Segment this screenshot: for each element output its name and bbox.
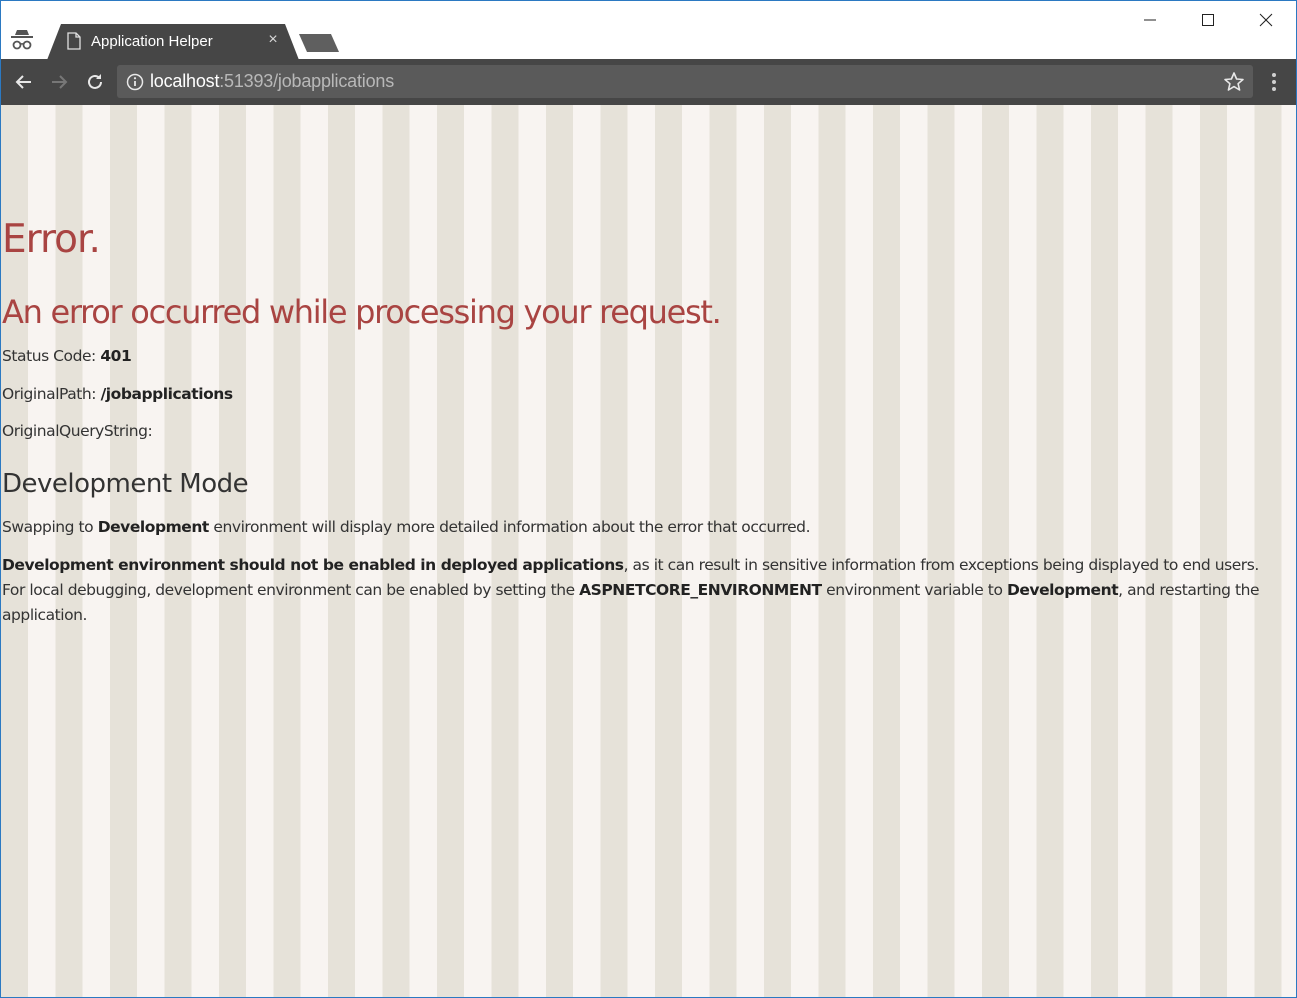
status-code-value: 401	[100, 347, 132, 365]
tab-title: Application Helper	[91, 33, 213, 50]
p2-bold-warning: Development environment should not be en…	[2, 556, 624, 574]
back-button[interactable]	[11, 69, 37, 95]
development-info-paragraph: Swapping to Development environment will…	[2, 518, 810, 536]
original-path-label: OriginalPath:	[2, 385, 101, 403]
forward-button[interactable]	[46, 69, 72, 95]
browser-window: Application Helper × localhost:51393/job…	[0, 0, 1297, 998]
error-subtitle: An error occurred while processing your …	[2, 293, 722, 331]
tab-close-icon[interactable]: ×	[265, 31, 281, 49]
p2-bold-env-var: ASPNETCORE_ENVIRONMENT	[579, 581, 822, 599]
incognito-icon	[11, 30, 33, 50]
maximize-button[interactable]	[1185, 7, 1231, 33]
reload-icon	[88, 74, 102, 89]
p1-bold-development: Development	[97, 518, 210, 536]
star-icon[interactable]	[1223, 71, 1245, 93]
address-bar[interactable]: localhost:51393/jobapplications	[117, 65, 1253, 98]
original-query-line: OriginalQueryString:	[2, 422, 153, 440]
original-path-line: OriginalPath: /jobapplications	[2, 385, 233, 403]
url-text[interactable]: localhost:51393/jobapplications	[150, 71, 394, 92]
p2-bold-development: Development	[1006, 581, 1119, 599]
reload-button[interactable]	[82, 69, 108, 95]
close-window-button[interactable]	[1243, 7, 1289, 33]
p2-text-2: environment variable to	[821, 581, 1007, 599]
page-content: Error. An error occurred while processin…	[1, 105, 1296, 997]
development-mode-heading: Development Mode	[2, 469, 249, 499]
title-bar: Application Helper ×	[1, 1, 1296, 60]
status-code-line: Status Code: 401	[2, 347, 132, 365]
original-query-label: OriginalQueryString:	[2, 422, 153, 440]
new-tab-button[interactable]	[297, 33, 341, 53]
info-icon[interactable]	[126, 73, 144, 91]
original-path-value: /jobapplications	[100, 385, 234, 403]
document-icon	[67, 32, 81, 50]
p1-text-after: environment will display more detailed i…	[208, 518, 811, 536]
browser-tab[interactable]: Application Helper ×	[47, 24, 299, 60]
maximize-icon	[1202, 14, 1214, 26]
minimize-icon	[1144, 19, 1156, 21]
development-warning-paragraph: Development environment should not be en…	[2, 553, 1262, 628]
back-arrow-icon	[15, 75, 31, 89]
url-host: localhost	[150, 71, 220, 91]
url-path: :51393/jobapplications	[219, 71, 394, 91]
p1-text-before: Swapping to	[2, 518, 98, 536]
forward-arrow-icon	[52, 75, 68, 89]
kebab-menu-icon[interactable]	[1265, 71, 1283, 93]
close-icon	[1259, 13, 1273, 27]
error-title: Error.	[2, 217, 101, 262]
minimize-button[interactable]	[1127, 7, 1173, 33]
browser-toolbar: localhost:51393/jobapplications	[1, 59, 1296, 105]
status-code-label: Status Code:	[2, 347, 101, 365]
